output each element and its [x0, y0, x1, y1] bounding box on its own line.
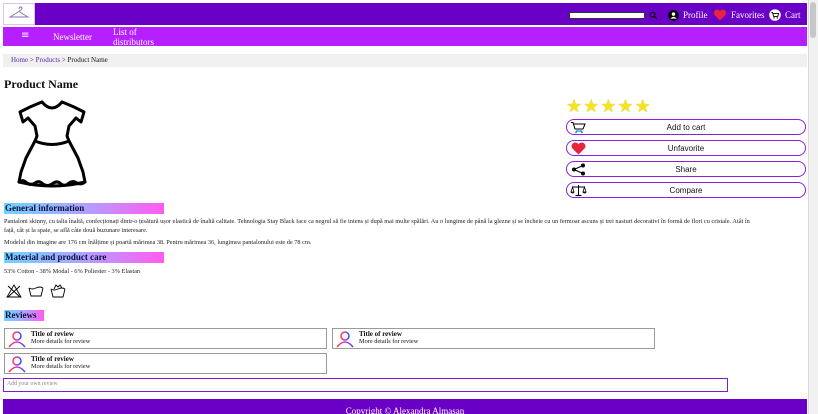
hamburger-menu-icon[interactable]: ≡ [21, 30, 29, 41]
review-title: Title of review [31, 330, 74, 338]
breadcrumb-separator: > [61, 56, 66, 64]
care-icons [6, 284, 66, 298]
breadcrumb-products[interactable]: Products [36, 56, 61, 64]
menu-item-newsletter[interactable]: Newsletter [53, 32, 92, 42]
share-icon [572, 163, 585, 176]
review-details: More details for review [31, 338, 91, 345]
user-icon [668, 9, 679, 21]
menu-item-distributors-line2: distributors [113, 37, 155, 47]
user-avatar-icon [8, 331, 26, 348]
review-details: More details for review [31, 363, 91, 370]
menu-item-distributors[interactable]: List of distributors [113, 27, 154, 47]
page-scrollbar[interactable] [808, 0, 818, 414]
star-icon[interactable]: ★ [583, 98, 599, 116]
general-information-heading: General information [4, 203, 164, 214]
model-info-paragraph: Modelul din imagine are 176 cm înălțime … [4, 239, 312, 246]
review-title: Title of review [31, 355, 74, 363]
cart-icon [769, 9, 781, 21]
profile-label: Profile [683, 10, 708, 20]
review-card[interactable]: Title of review More details for review [4, 328, 327, 349]
breadcrumb-home[interactable]: Home [11, 56, 28, 64]
description-paragraph: Pantaloni skinny, cu talia înaltă, confe… [4, 217, 804, 235]
compare-button[interactable]: Compare [566, 182, 806, 198]
compare-label: Compare [669, 185, 703, 195]
star-icon[interactable]: ★ [617, 98, 633, 116]
review-title: Title of review [359, 330, 402, 338]
menu-item-distributors-line1: List of [113, 27, 137, 37]
star-icon[interactable]: ★ [635, 98, 651, 116]
user-avatar-icon [8, 356, 26, 373]
cart-icon [571, 122, 586, 134]
add-to-cart-label: Add to cart [666, 122, 706, 132]
unfavorite-button[interactable]: Unfavorite [566, 140, 806, 156]
breadcrumb: Home > Products > Product Name [3, 54, 807, 67]
wash-30-icon [28, 286, 44, 297]
product-title: Product Name [4, 77, 79, 91]
copyright-text: Copyright © Alexandra Almasan [345, 406, 465, 414]
review-details: More details for review [359, 338, 419, 345]
share-button[interactable]: Share [566, 161, 806, 177]
composition-text: 53% Cotton - 38% Modal - 6% Poliester - … [4, 268, 141, 275]
search-icon[interactable] [649, 11, 658, 20]
add-review-input[interactable]: Add your own review [3, 378, 728, 392]
unfavorite-label: Unfavorite [667, 143, 705, 153]
share-label: Share [675, 164, 697, 174]
heart-icon [713, 9, 727, 21]
profile-link[interactable]: Profile [668, 8, 708, 22]
cart-label: Cart [785, 10, 801, 20]
scale-compare-icon [570, 185, 587, 197]
no-bleach-icon [6, 284, 22, 298]
scrollbar-thumb[interactable] [810, 2, 816, 38]
hand-wash-icon [50, 284, 66, 298]
favorites-link[interactable]: Favorites [713, 8, 765, 22]
star-icon[interactable]: ★ [566, 98, 582, 116]
cart-link[interactable]: Cart [769, 8, 801, 22]
search-input[interactable] [569, 12, 645, 19]
logo[interactable] [3, 3, 35, 25]
hanger-logo-icon [8, 6, 30, 18]
review-card[interactable]: Title of review More details for review [332, 328, 655, 349]
product-image-dress-icon [4, 98, 100, 190]
breadcrumb-current: Product Name [67, 56, 108, 64]
material-care-heading: Material and product care [4, 252, 164, 263]
description-text-line2: față, cât și la spate, se află câte două… [4, 227, 148, 234]
breadcrumb-separator: > [29, 56, 34, 64]
add-to-cart-button[interactable]: Add to cart [566, 119, 806, 135]
star-icon[interactable]: ★ [600, 98, 616, 116]
description-text-line1: Pantaloni skinny, cu talia înaltă, confe… [4, 218, 750, 225]
heart-icon [571, 142, 586, 155]
footer: Copyright © Alexandra Almasan [3, 399, 807, 414]
review-card[interactable]: Title of review More details for review [4, 353, 327, 374]
star-rating[interactable]: ★ ★ ★ ★ ★ [566, 98, 652, 116]
user-avatar-icon [336, 331, 354, 348]
favorites-label: Favorites [731, 10, 765, 20]
reviews-heading: Reviews [4, 310, 44, 321]
